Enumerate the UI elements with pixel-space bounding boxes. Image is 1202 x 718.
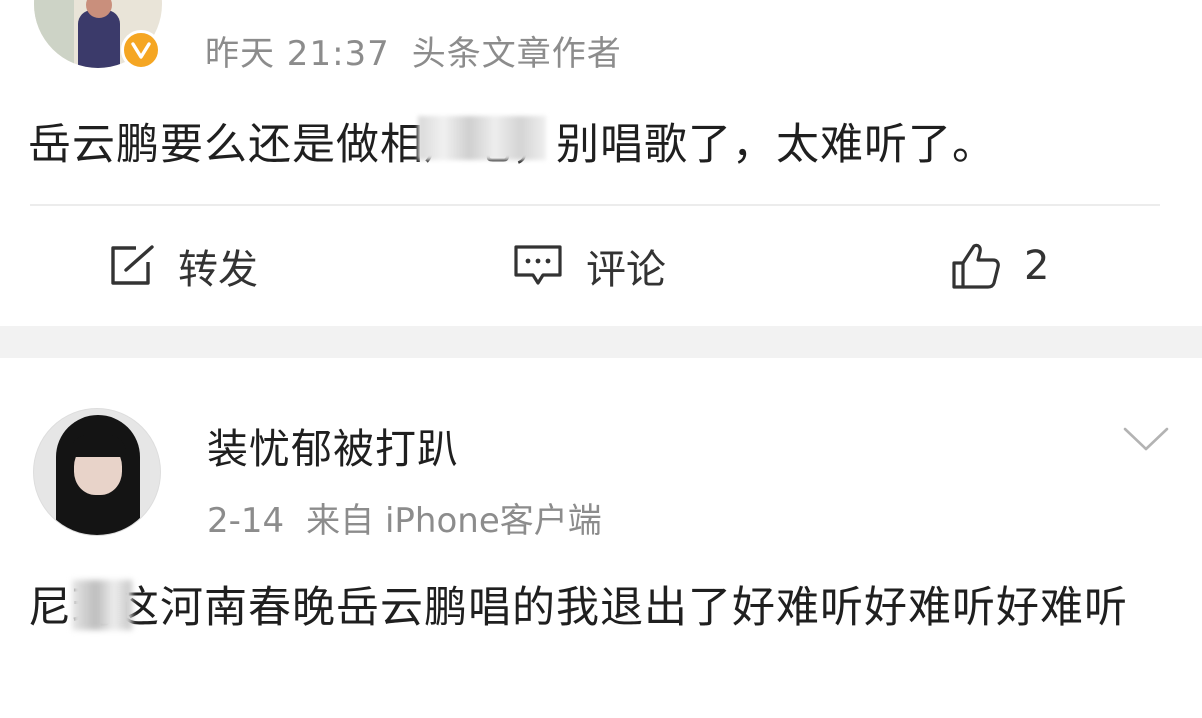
- author-tag: 头条文章作者: [411, 34, 622, 74]
- verified-icon: [121, 30, 161, 70]
- post-content: 尼玛这河南春晚岳云鹏唱的我退出了好难听好难听好难听: [28, 583, 1128, 633]
- mosaic-blur: [72, 580, 132, 630]
- repost-label: 转发: [178, 247, 258, 293]
- user-avatar[interactable]: [33, 408, 161, 536]
- post-meta: 2-14 来自 iPhone客户端: [207, 493, 602, 542]
- repost-button[interactable]: 转发: [108, 238, 258, 294]
- mosaic-blur: [418, 116, 546, 160]
- comment-icon: [514, 245, 562, 285]
- comment-label: 评论: [586, 247, 666, 293]
- comment-button[interactable]: 评论: [512, 238, 666, 294]
- divider: [30, 204, 1160, 206]
- username[interactable]: 装忧郁被打趴: [207, 415, 459, 475]
- post-source: 来自 iPhone客户端: [306, 501, 602, 541]
- like-icon: [952, 243, 1000, 289]
- section-separator: [0, 326, 1202, 358]
- like-count: 2: [1024, 243, 1050, 289]
- post-time: 昨天 21:37: [205, 34, 390, 74]
- post-meta: 昨天 21:37 头条文章作者: [205, 26, 622, 75]
- post-date: 2-14: [207, 501, 285, 541]
- chevron-down-icon[interactable]: [1122, 424, 1170, 458]
- like-button[interactable]: 2: [950, 238, 1049, 294]
- repost-icon: [111, 245, 154, 285]
